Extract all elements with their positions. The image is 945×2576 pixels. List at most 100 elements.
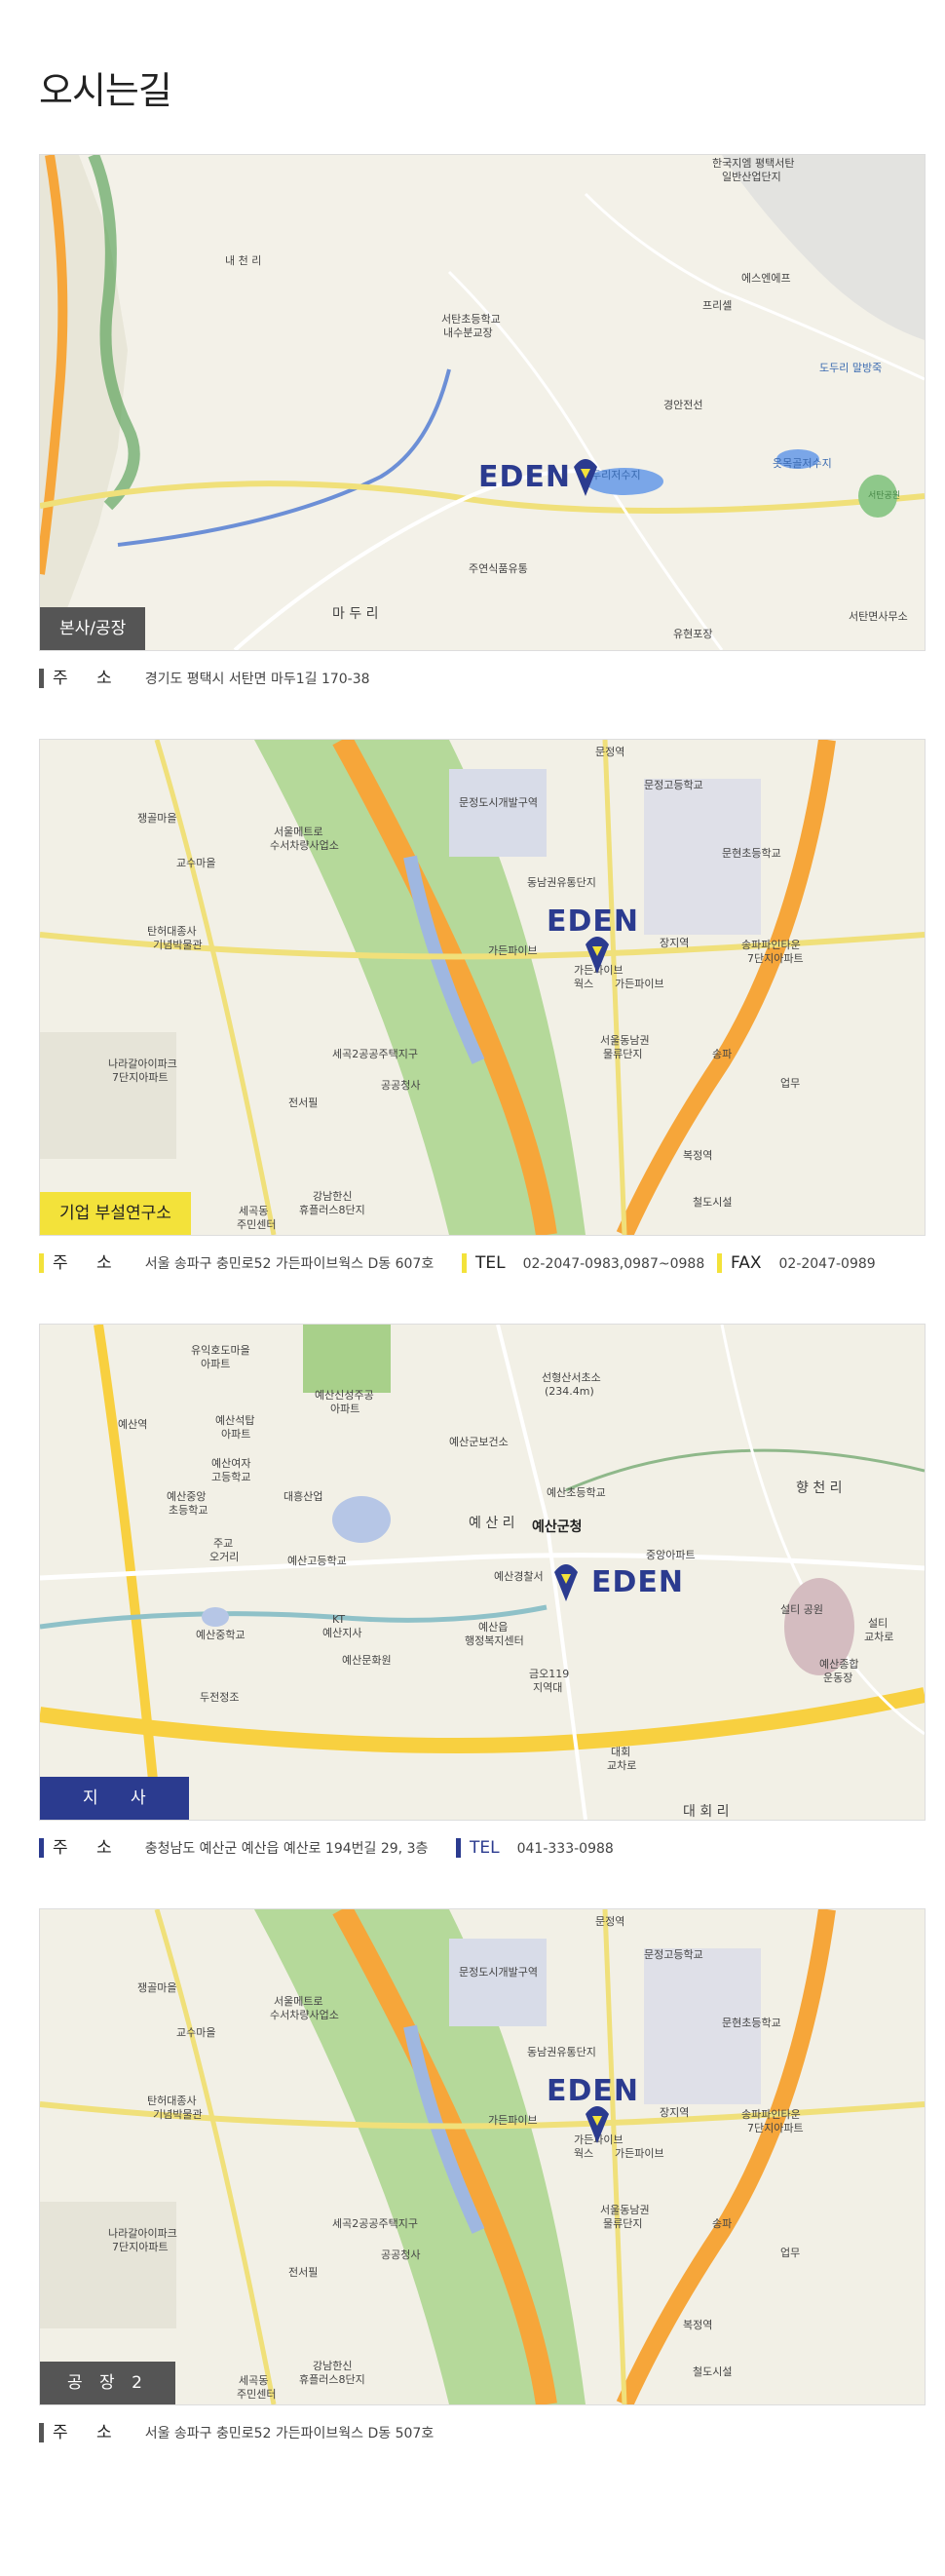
map-branch-graphic: 유익호도마을 아파트 예산신성주공 아파트 선형산서초소 (234.4m) 예산… [40, 1325, 925, 1820]
svg-text:가든파이브: 가든파이브 [488, 944, 538, 957]
svg-text:동남권유통단지: 동남권유통단지 [527, 876, 596, 889]
svg-text:예산지사: 예산지사 [322, 1627, 361, 1639]
map-badge: 본사/공장 [40, 607, 146, 650]
svg-text:물류단지: 물류단지 [603, 2217, 642, 2230]
svg-text:웍스: 웍스 [574, 2147, 593, 2160]
map-badge: 기업 부설연구소 [40, 1192, 191, 1235]
svg-text:나라갈아이파크: 나라갈아이파크 [108, 2226, 177, 2240]
svg-text:탄허대종사: 탄허대종사 [147, 2095, 197, 2107]
svg-text:문정도시개발구역: 문정도시개발구역 [459, 1966, 538, 1979]
svg-text:마 두 리: 마 두 리 [332, 606, 379, 622]
svg-text:문정역: 문정역 [595, 746, 624, 758]
svg-text:공공청사: 공공청사 [381, 2249, 420, 2261]
address-value: 충청남도 예산군 예산읍 예산로 194번길 29, 3층 [144, 1841, 429, 1857]
svg-text:7단지아파트: 7단지아파트 [112, 2241, 169, 2253]
svg-text:아파트: 아파트 [201, 1358, 230, 1370]
svg-text:철도시설: 철도시설 [693, 2365, 732, 2378]
location-section-hq: 한국지엠 평택서탄 일반산업단지 내 천 리 서탄초등학교 내수분교장 에스엔에… [39, 154, 926, 692]
map-hq[interactable]: 한국지엠 평택서탄 일반산업단지 내 천 리 서탄초등학교 내수분교장 에스엔에… [39, 154, 926, 651]
svg-text:주연식품유통: 주연식품유통 [469, 562, 528, 575]
svg-text:아파트: 아파트 [330, 1403, 359, 1415]
svg-text:지역대: 지역대 [533, 1681, 562, 1694]
svg-text:EDEN: EDEN [591, 1565, 684, 1599]
info-row: 주 소 경기도 평택시 서탄면 마두1길 170-38 [39, 667, 926, 692]
svg-text:예산여자: 예산여자 [211, 1457, 250, 1470]
map-lab[interactable]: 쟁골마을 교수마을 서울메트로 수서차량사업소 문정도시개발구역 문정역 문정고… [39, 739, 926, 1236]
svg-text:교수마을: 교수마을 [176, 2026, 215, 2039]
svg-text:(234.4m): (234.4m) [545, 1385, 594, 1398]
svg-text:EDEN: EDEN [547, 2074, 639, 2108]
svg-text:공공청사: 공공청사 [381, 1079, 420, 1092]
svg-text:문현초등학교: 문현초등학교 [722, 2017, 781, 2029]
svg-text:송파: 송파 [712, 1048, 732, 1060]
svg-text:고등학교: 고등학교 [211, 1471, 250, 1483]
tel-label: TEL [470, 1838, 500, 1858]
tel-value: 02-2047-0983,0987~0988 [522, 1256, 705, 1272]
svg-text:EDEN: EDEN [478, 460, 571, 494]
svg-text:예산문화원: 예산문화원 [342, 1654, 392, 1667]
svg-text:장지역: 장지역 [660, 2106, 689, 2119]
svg-text:도두리 말방죽: 도두리 말방죽 [819, 362, 882, 374]
svg-text:유현포장: 유현포장 [673, 628, 712, 640]
svg-text:설티 공원: 설티 공원 [780, 1603, 823, 1616]
svg-text:교차로: 교차로 [864, 1631, 893, 1643]
info-row: 주 소 충청남도 예산군 예산읍 예산로 194번길 29, 3층 TEL 041-… [39, 1836, 926, 1862]
svg-text:예산중앙: 예산중앙 [167, 1490, 206, 1503]
location-section-lab: 쟁골마을 교수마을 서울메트로 수서차량사업소 문정도시개발구역 문정역 문정고… [39, 739, 926, 1277]
svg-text:주교: 주교 [213, 1537, 233, 1550]
svg-text:운동장: 운동장 [823, 1672, 852, 1684]
address-label: 주 소 [53, 1838, 124, 1858]
svg-text:예산종합: 예산종합 [819, 1658, 858, 1671]
svg-text:교차로: 교차로 [607, 1759, 636, 1772]
svg-text:예산경찰서: 예산경찰서 [494, 1570, 544, 1583]
location-section-branch: 유익호도마을 아파트 예산신성주공 아파트 선형산서초소 (234.4m) 예산… [39, 1324, 926, 1862]
svg-text:나라갈아이파크: 나라갈아이파크 [108, 1057, 177, 1070]
location-section-factory2: 쟁골마을 교수마을 서울메트로 수서차량사업소 문정도시개발구역 문정역 문정고… [39, 1908, 926, 2446]
svg-text:서탄면사무소: 서탄면사무소 [849, 610, 908, 623]
svg-text:7단지아파트: 7단지아파트 [747, 2122, 804, 2134]
fax-value: 02-2047-0989 [778, 1256, 876, 1272]
svg-text:예산군보건소: 예산군보건소 [449, 1436, 509, 1448]
address-label: 주 소 [53, 1253, 124, 1273]
svg-text:서울메트로: 서울메트로 [274, 1995, 323, 2008]
svg-text:강남한신: 강남한신 [313, 2360, 352, 2372]
map-hq-graphic: 한국지엠 평택서탄 일반산업단지 내 천 리 서탄초등학교 내수분교장 에스엔에… [40, 155, 925, 650]
svg-text:금오119: 금오119 [529, 1668, 569, 1680]
svg-text:두리저수지: 두리저수지 [591, 469, 641, 481]
info-row: 주 소 서울 송파구 충민로52 가든파이브웍스 D동 507호 [39, 2421, 926, 2446]
svg-text:예산중학교: 예산중학교 [196, 1629, 246, 1641]
svg-text:서울동남권: 서울동남권 [600, 2204, 650, 2216]
svg-text:세곡동: 세곡동 [239, 2374, 268, 2387]
page-title: 오시는길 [39, 69, 172, 112]
svg-text:송파파인타운: 송파파인타운 [741, 939, 801, 951]
svg-text:세곡2공공주택지구: 세곡2공공주택지구 [332, 1048, 418, 1060]
svg-text:가든파이브: 가든파이브 [488, 2114, 538, 2127]
address-value: 경기도 평택시 서탄면 마두1길 170-38 [144, 672, 370, 687]
svg-text:중앙아파트: 중앙아파트 [646, 1549, 696, 1561]
svg-text:프리셀: 프리셀 [702, 299, 732, 312]
map-badge: 지 사 [40, 1777, 189, 1820]
svg-text:향 천 리: 향 천 리 [796, 1480, 843, 1496]
svg-text:예산역: 예산역 [118, 1418, 147, 1431]
svg-text:기념박물관: 기념박물관 [153, 2108, 203, 2121]
map-factory2[interactable]: 쟁골마을 교수마을 서울메트로 수서차량사업소 문정도시개발구역 문정역 문정고… [39, 1908, 926, 2405]
svg-text:예산읍: 예산읍 [478, 1621, 508, 1634]
address-item: 주 소 서울 송파구 충민로52 가든파이브웍스 D동 607호 [39, 1251, 434, 1275]
svg-text:기념박물관: 기념박물관 [153, 939, 203, 951]
svg-text:행정복지센터: 행정복지센터 [465, 1634, 524, 1647]
svg-text:대흥산업: 대흥산업 [284, 1489, 322, 1503]
svg-text:예산군청: 예산군청 [532, 1519, 583, 1535]
address-item: 주 소 경기도 평택시 서탄면 마두1길 170-38 [39, 667, 370, 690]
svg-text:송파파인타운: 송파파인타운 [741, 2108, 801, 2121]
svg-text:휴플러스8단지: 휴플러스8단지 [299, 1204, 365, 1216]
svg-text:서울메트로: 서울메트로 [274, 826, 323, 838]
svg-text:쟁골마을: 쟁골마을 [137, 1981, 176, 1994]
map-badge: 공 장 2 [40, 2362, 175, 2404]
svg-text:전서필: 전서필 [288, 1096, 318, 1109]
svg-text:강남한신: 강남한신 [313, 1190, 352, 1203]
svg-text:서탄공원: 서탄공원 [868, 490, 900, 501]
map-branch[interactable]: 유익호도마을 아파트 예산신성주공 아파트 선형산서초소 (234.4m) 예산… [39, 1324, 926, 1821]
svg-text:가든파이브: 가든파이브 [615, 978, 664, 990]
svg-text:문정고등학교: 문정고등학교 [644, 779, 703, 791]
svg-text:내 천 리: 내 천 리 [225, 253, 261, 267]
